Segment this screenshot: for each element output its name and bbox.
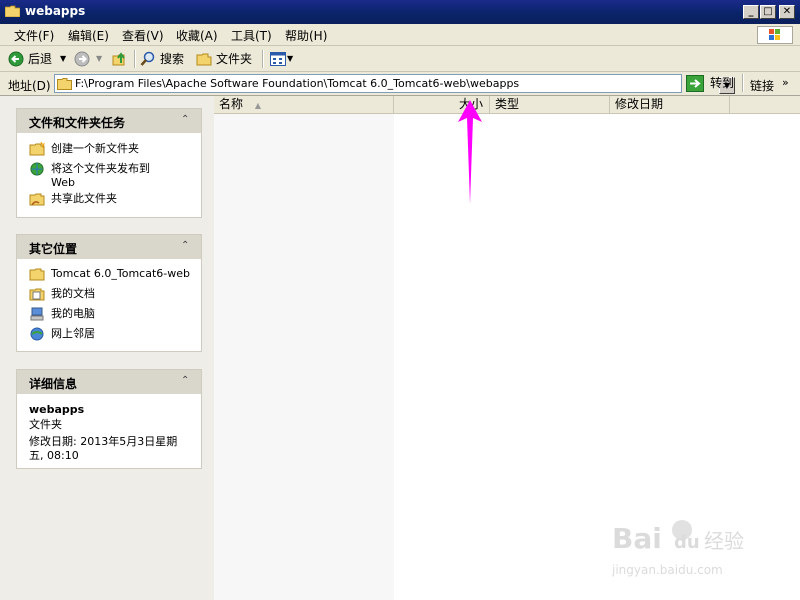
address-label: 地址(D)	[8, 79, 51, 93]
folder-icon	[29, 268, 45, 281]
search-icon	[140, 51, 155, 66]
close-button[interactable]: ✕	[779, 5, 795, 19]
tasks-panel-title: 文件和文件夹任务	[29, 116, 126, 130]
details-panel: 详细信息 ⌃ webapps 文件夹 修改日期: 2013年5月3日星期 五, …	[16, 369, 202, 469]
task-publish-web-line2[interactable]: Web	[51, 176, 75, 190]
maximize-button[interactable]: □	[760, 5, 776, 19]
forward-dropdown-icon[interactable]: ▼	[96, 50, 102, 68]
watermark-cn: 经验	[704, 529, 744, 553]
column-headers: 名称 ▲ 大小 类型 修改日期	[214, 96, 800, 114]
links-chevron-icon[interactable]: »	[782, 76, 789, 89]
watermark-brand: Bai	[612, 522, 662, 555]
other-places-title: 其它位置	[29, 242, 78, 256]
menu-view[interactable]: 查看(V)	[122, 27, 164, 44]
baidu-watermark: Bai du 经验 jingyan.baidu.com	[612, 520, 744, 577]
menu-bar: 文件(F) 编辑(E) 查看(V) 收藏(A) 工具(T) 帮助(H)	[0, 24, 800, 46]
collapse-chevron-icon[interactable]: ⌃	[181, 114, 189, 125]
address-path: F:\Program Files\Apache Software Foundat…	[75, 77, 520, 90]
task-new-folder[interactable]: 创建一个新文件夹	[51, 142, 139, 156]
views-button[interactable]: ▼	[270, 50, 296, 68]
menu-favorites[interactable]: 收藏(A)	[176, 27, 218, 44]
menu-help[interactable]: 帮助(H)	[285, 27, 327, 44]
new-folder-icon	[29, 142, 45, 156]
up-folder-icon[interactable]	[112, 51, 128, 67]
folders-label: 文件夹	[216, 52, 253, 66]
place-network[interactable]: 网上邻居	[51, 327, 95, 341]
details-header[interactable]: 详细信息 ⌃	[17, 370, 201, 394]
place-parent-folder[interactable]: Tomcat 6.0_Tomcat6-web	[51, 267, 190, 281]
publish-web-icon	[30, 162, 44, 176]
forward-button[interactable]: ▼	[74, 50, 106, 68]
toolbar: 后退 ▼ ▼ 搜索 文件夹 ▼	[0, 46, 800, 72]
tasks-panel: 文件和文件夹任务 ⌃ 创建一个新文件夹 将这个文件夹发布到 Web 共享此文件夹	[16, 108, 202, 218]
details-title: 详细信息	[29, 377, 78, 391]
other-places-panel: 其它位置 ⌃ Tomcat 6.0_Tomcat6-web 我的文档 我的电脑 …	[16, 234, 202, 352]
menu-tools[interactable]: 工具(T)	[231, 27, 272, 44]
folder-icon	[196, 53, 212, 66]
menu-file[interactable]: 文件(F)	[14, 27, 54, 44]
place-my-documents[interactable]: 我的文档	[51, 287, 95, 301]
watermark-url: jingyan.baidu.com	[612, 563, 723, 577]
address-input[interactable]: F:\Program Files\Apache Software Foundat…	[54, 74, 735, 94]
back-dropdown-icon[interactable]: ▼	[60, 50, 66, 68]
sort-ascending-icon: ▲	[254, 101, 261, 110]
task-publish-web[interactable]: 将这个文件夹发布到	[51, 162, 150, 176]
links-button[interactable]: 链接	[750, 77, 774, 94]
views-icon	[270, 52, 286, 66]
window-title: webapps	[25, 4, 86, 18]
place-my-computer[interactable]: 我的电脑	[51, 307, 95, 321]
search-label: 搜索	[160, 52, 185, 66]
task-share-folder[interactable]: 共享此文件夹	[51, 192, 117, 206]
menu-edit[interactable]: 编辑(E)	[68, 27, 109, 44]
windows-logo-icon	[757, 26, 793, 44]
back-arrow-icon	[8, 51, 24, 67]
go-label: 转到	[710, 76, 735, 90]
minimize-button[interactable]: _	[743, 5, 759, 19]
toolbar-separator	[262, 50, 264, 68]
forward-arrow-icon	[74, 51, 90, 67]
search-button[interactable]: 搜索	[140, 50, 190, 68]
title-bar: webapps _ □ ✕	[0, 0, 800, 24]
column-modified[interactable]: 修改日期	[610, 96, 730, 113]
back-label: 后退	[28, 52, 53, 66]
column-name-label: 名称	[219, 97, 244, 111]
watermark-brand2: du	[674, 532, 700, 553]
my-computer-icon	[30, 307, 44, 321]
views-dropdown-icon[interactable]: ▼	[287, 50, 293, 68]
folder-icon	[57, 78, 72, 90]
back-button[interactable]: 后退 ▼	[8, 50, 70, 68]
folders-button[interactable]: 文件夹	[196, 50, 256, 68]
tasks-panel-header[interactable]: 文件和文件夹任务 ⌃	[17, 109, 201, 133]
column-name[interactable]: 名称 ▲	[214, 96, 394, 113]
details-name: webapps	[29, 403, 85, 416]
share-folder-icon	[29, 193, 45, 206]
address-bar: 地址(D) F:\Program Files\Apache Software F…	[0, 72, 800, 96]
column-type[interactable]: 类型	[490, 96, 610, 113]
network-places-icon	[30, 327, 44, 341]
annotation-arrow	[458, 100, 482, 204]
folder-icon	[5, 5, 20, 17]
details-modified-line2: 五, 08:10	[29, 449, 79, 462]
address-separator	[742, 74, 744, 92]
go-arrow-icon	[686, 75, 704, 92]
task-pane: 文件和文件夹任务 ⌃ 创建一个新文件夹 将这个文件夹发布到 Web 共享此文件夹…	[0, 96, 214, 600]
my-documents-icon	[29, 288, 45, 301]
toolbar-separator	[134, 50, 136, 68]
details-type: 文件夹	[29, 418, 62, 431]
collapse-chevron-icon[interactable]: ⌃	[181, 375, 189, 386]
collapse-chevron-icon[interactable]: ⌃	[181, 240, 189, 251]
sorted-column-shade	[214, 114, 394, 600]
other-places-header[interactable]: 其它位置 ⌃	[17, 235, 201, 259]
